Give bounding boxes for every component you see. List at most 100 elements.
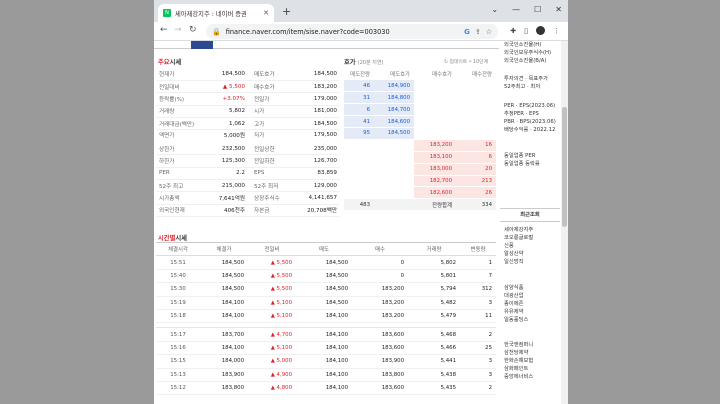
orderbook-header: 매도잔량 — [344, 68, 374, 81]
recent-item[interactable]: 한화손해보험 — [500, 357, 560, 365]
info-label: 52주최고 · 최저 — [504, 84, 541, 90]
recent-item[interactable]: 삼양식품 — [500, 284, 560, 292]
quote-label: 전일상한 — [248, 142, 292, 156]
extensions-icon[interactable]: ✚ — [510, 27, 516, 35]
time-header: 체결가 — [200, 241, 248, 257]
change-cell: ▲ 4,900 — [248, 368, 296, 382]
quote-value: 184,500 — [292, 117, 340, 131]
time-cell: 15:51 — [156, 255, 200, 270]
volume-cell: 5,479 — [408, 309, 460, 324]
info-label: 외국인소진율(B/A) — [504, 58, 547, 64]
recent-item[interactable]: 일신방직 — [500, 258, 560, 266]
time-header: 매도 — [296, 241, 352, 257]
address-bar[interactable]: 🔒 finance.naver.com/item/sise.naver?code… — [206, 24, 498, 39]
back-icon[interactable]: ← — [160, 25, 168, 35]
table-row: 15:40 184,500 ▲ 5,500 184,500 0 5,801 7 — [156, 269, 496, 284]
delta-cell: 3 — [460, 296, 496, 310]
bookmark-star-icon[interactable]: ☆ — [486, 28, 492, 36]
forward-icon[interactable]: → — [174, 25, 182, 35]
bid-qty: 20 — [456, 163, 496, 176]
bid-row: 183,100 6 — [344, 151, 496, 164]
new-tab-icon[interactable]: + — [282, 5, 291, 18]
quote-label: 시가총액 — [156, 191, 204, 205]
time-header: 매수 — [352, 241, 408, 257]
recent-item[interactable]: 일동홀딩스 — [500, 316, 560, 324]
bid-cell: 0 — [352, 255, 408, 270]
delta-cell: 11 — [460, 309, 496, 324]
time-cell: 15:15 — [156, 354, 200, 369]
ask-cell: 184,100 — [296, 327, 352, 342]
table-row: 15:19 184,100 ▲ 5,100 184,500 183,200 5,482 3 — [156, 296, 496, 310]
bid-cell: 183,200 — [352, 309, 408, 324]
sidebar-icon[interactable]: ▯ — [524, 27, 528, 35]
ask-qty: 41 — [344, 115, 374, 128]
volume-cell: 5,482 — [408, 296, 460, 310]
quote-label: 등락률(%) — [156, 92, 204, 106]
chevron-down-icon[interactable]: ⌄ — [491, 5, 498, 14]
info-label: 배당수익률 · 2022.12 — [504, 127, 556, 133]
change-cell: ▲ 5,100 — [248, 309, 296, 324]
recent-item[interactable]: 삼천당제약 — [500, 349, 560, 357]
quote-value: 20,708백만 — [292, 204, 340, 218]
price-cell: 183,900 — [200, 368, 248, 382]
empty-cell — [414, 91, 456, 105]
recent-item[interactable]: 삼화페인트 — [500, 365, 560, 373]
recent-item[interactable]: 코오롱글로벌 — [500, 234, 560, 242]
ask-cell: 184,100 — [296, 354, 352, 369]
close-window-icon[interactable]: ✕ — [555, 5, 562, 14]
time-cell: 15:12 — [156, 381, 200, 396]
time-cell: 15:18 — [156, 309, 200, 324]
recent-item[interactable]: 세아제강지주 — [500, 226, 560, 234]
scrollbar-thumb[interactable] — [562, 107, 567, 227]
browser-tab[interactable]: N 세아제강지주 : 네이버 증권 ✕ — [158, 4, 274, 22]
quote-label: 하한가 — [156, 154, 204, 168]
volume-cell: 5,438 — [408, 368, 460, 382]
minimize-icon[interactable]: — — [512, 5, 520, 14]
price-cell: 184,000 — [200, 354, 248, 369]
recent-item[interactable]: 유유제약 — [500, 308, 560, 316]
quote-label: 매수호가 — [248, 80, 292, 94]
ask-price: 184,800 — [374, 91, 414, 105]
recent-item[interactable]: 중앙에너비스 — [500, 373, 560, 381]
share-icon[interactable]: ⇪ — [475, 28, 481, 36]
bid-cell: 183,600 — [352, 327, 408, 342]
ask-cell: 184,100 — [296, 368, 352, 382]
recent-item[interactable]: 종이에존 — [500, 300, 560, 308]
lock-icon[interactable]: 🔒 — [212, 28, 221, 36]
delta-cell: 2 — [460, 381, 496, 396]
delta-cell: 7 — [460, 269, 496, 284]
recent-item[interactable]: 한국앤컴퍼니 — [500, 341, 560, 349]
empty-cell — [456, 127, 496, 140]
time-cell: 15:17 — [156, 327, 200, 342]
menu-dots-icon[interactable]: ⋮ — [553, 27, 560, 35]
nav-tab-active[interactable] — [191, 41, 213, 49]
time-header: 전일비 — [248, 241, 296, 257]
google-lens-icon[interactable]: G — [464, 28, 470, 36]
empty-cell — [456, 103, 496, 117]
main-quote-heading: 주요시세 — [158, 59, 182, 66]
scrollbar[interactable] — [561, 41, 568, 404]
empty-cell — [456, 115, 496, 128]
close-tab-icon[interactable]: ✕ — [263, 9, 269, 17]
ask-cell: 184,100 — [296, 381, 352, 396]
time-header: 변동량 — [460, 241, 496, 257]
time-cell: 15:16 — [156, 341, 200, 356]
maximize-icon[interactable]: ☐ — [534, 5, 541, 14]
ask-row: 46 184,900 — [344, 79, 496, 93]
recent-item[interactable]: 신풍 — [500, 242, 560, 250]
recent-item[interactable]: 알성산약 — [500, 250, 560, 258]
recent-item[interactable]: 대광산업 — [500, 292, 560, 300]
quote-label: 자본금 — [248, 204, 292, 218]
change-cell: ▲ 4,800 — [248, 381, 296, 396]
quote-value: 129,000 — [292, 179, 340, 193]
naver-favicon-icon: N — [163, 9, 171, 17]
ask-row: 95 184,500 — [344, 127, 496, 140]
empty-cell — [374, 163, 414, 176]
bid-cell: 0 — [352, 269, 408, 284]
profile-avatar[interactable] — [536, 26, 545, 35]
quote-value: 5,802 — [204, 105, 248, 119]
quote-label: 거래량 — [156, 105, 204, 119]
reload-icon[interactable]: ↻ — [189, 25, 197, 35]
bid-price: 183,100 — [414, 151, 456, 164]
orderbook-refresh[interactable]: ↻ 업데이트 • 10단계 — [444, 58, 488, 65]
